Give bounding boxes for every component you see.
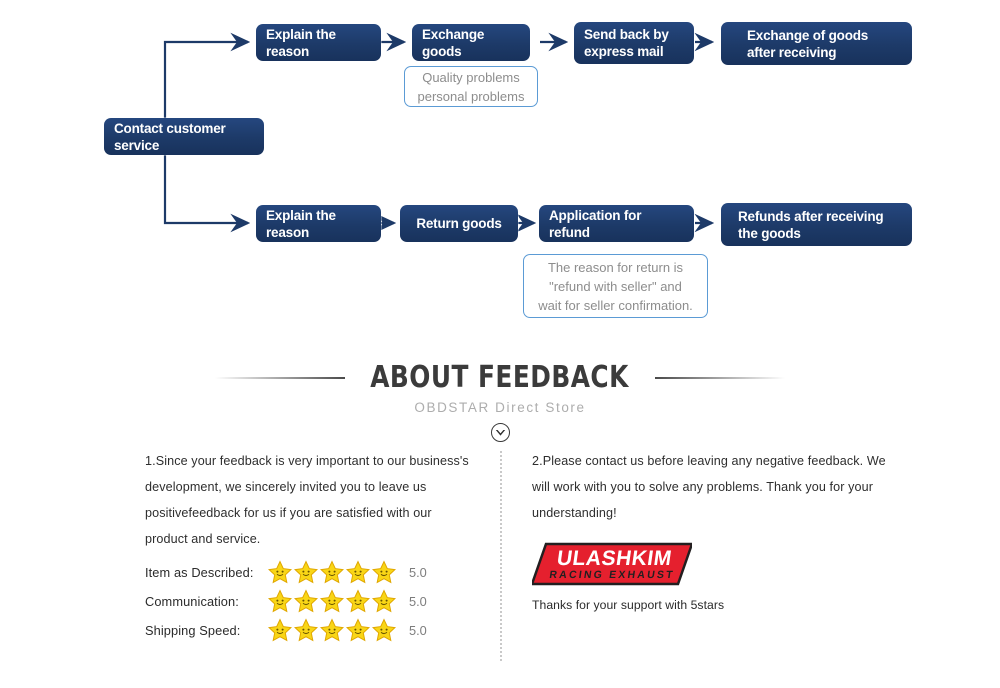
flow-node-label: Exchange of goods after receiving: [747, 27, 869, 60]
about-feedback-section: ABOUT FEEDBACK OBDSTAR Direct Store 1.Si…: [0, 340, 1000, 688]
flow-callout-label: The reason for return is "refund with se…: [538, 259, 693, 313]
rating-row: Item as Described: 5.0: [145, 558, 475, 587]
flow-callout-quality-problems: Quality problems personal problems: [404, 66, 538, 107]
title-rule-right: [654, 376, 785, 379]
rating-row: Communication: 5.0: [145, 587, 475, 616]
title-rule-left: [215, 376, 346, 379]
page-title: ABOUT FEEDBACK: [370, 360, 630, 395]
star-icon: [293, 560, 319, 584]
rating-score: 5.0: [409, 565, 427, 580]
rating-score: 5.0: [409, 594, 427, 609]
star-icon: [267, 618, 293, 642]
star-icon: [345, 560, 371, 584]
star-icon: [293, 618, 319, 642]
rating-label: Shipping Speed:: [145, 623, 241, 638]
flow-node-explain-the-reason-refund[interactable]: Explain the reason: [256, 205, 381, 242]
flow-node-return-goods[interactable]: Return goods: [400, 205, 518, 242]
ulashkim-logo: ULASHKIM RACING EXHAUST: [532, 540, 692, 588]
rating-score: 5.0: [409, 623, 427, 638]
star-icon: [293, 589, 319, 613]
feedback-paragraph-1: 1.Since your feedback is very important …: [145, 454, 469, 546]
feedback-paragraph-2: 2.Please contact us before leaving any n…: [532, 454, 886, 520]
feedback-header: ABOUT FEEDBACK OBDSTAR Direct Store: [0, 360, 1000, 442]
flow-node-refunds-after-receiving-the-goods[interactable]: Refunds after receiving the goods: [721, 203, 912, 246]
rating-label: Communication:: [145, 594, 239, 609]
rating-label: Item as Described:: [145, 565, 254, 580]
flow-node-label: Send back by express mail: [584, 27, 669, 59]
flow-node-label: Exchange goods: [422, 26, 485, 59]
flow-node-application-for-refund[interactable]: Application for refund: [539, 205, 694, 242]
flow-node-explain-the-reason-exchange[interactable]: Explain the reason: [256, 24, 381, 61]
feedback-title-row: ABOUT FEEDBACK: [0, 360, 1000, 395]
store-subtitle: OBDSTAR Direct Store: [414, 400, 586, 415]
svg-text:ULASHKIM: ULASHKIM: [555, 547, 673, 570]
feedback-left-column: 1.Since your feedback is very important …: [145, 448, 475, 552]
star-icon: [319, 560, 345, 584]
chevron-down-circle-icon: [490, 423, 510, 442]
star-icon: [345, 589, 371, 613]
flow-node-label: Contact customer service: [114, 120, 226, 153]
star-icon: [371, 589, 397, 613]
star-rating: [267, 589, 400, 614]
flow-callout-label: Quality problems personal problems: [417, 69, 525, 104]
flow-node-contact-customer-service[interactable]: Contact customer service: [104, 118, 264, 155]
brand-tagline: Thanks for your support with 5stars: [532, 598, 725, 612]
flow-node-label: Explain the reason: [266, 26, 336, 59]
flow-node-exchange-of-goods-after-receiving[interactable]: Exchange of goods after receiving: [721, 22, 912, 65]
flow-node-label: Explain the reason: [266, 207, 336, 240]
star-icon: [371, 560, 397, 584]
star-icon: [371, 618, 397, 642]
star-rating: [267, 618, 400, 643]
star-icon: [319, 618, 345, 642]
star-rating: [267, 560, 400, 585]
svg-text:RACING EXHAUST: RACING EXHAUST: [549, 569, 676, 581]
flow-node-label: Application for refund: [549, 207, 642, 240]
column-divider: [500, 451, 502, 661]
returns-flowchart: Contact customer service Explain the rea…: [0, 0, 1000, 340]
star-icon: [345, 618, 371, 642]
star-icon: [319, 589, 345, 613]
flow-node-label: Return goods: [416, 216, 502, 231]
flow-callout-reason-for-return: The reason for return is "refund with se…: [523, 254, 708, 318]
star-icon: [267, 560, 293, 584]
brand-block: ULASHKIM RACING EXHAUST Thanks for your …: [532, 540, 892, 612]
flow-node-label: Refunds after receiving the goods: [738, 208, 884, 241]
flow-node-send-back-by-express-mail[interactable]: Send back by express mail: [574, 22, 694, 64]
seller-ratings: Item as Described: 5.0 Communication: 5.…: [145, 558, 475, 645]
star-icon: [267, 589, 293, 613]
flow-node-exchange-goods[interactable]: Exchange goods: [412, 24, 530, 61]
rating-row: Shipping Speed: 5.0: [145, 616, 475, 645]
feedback-right-column: 2.Please contact us before leaving any n…: [532, 448, 892, 526]
